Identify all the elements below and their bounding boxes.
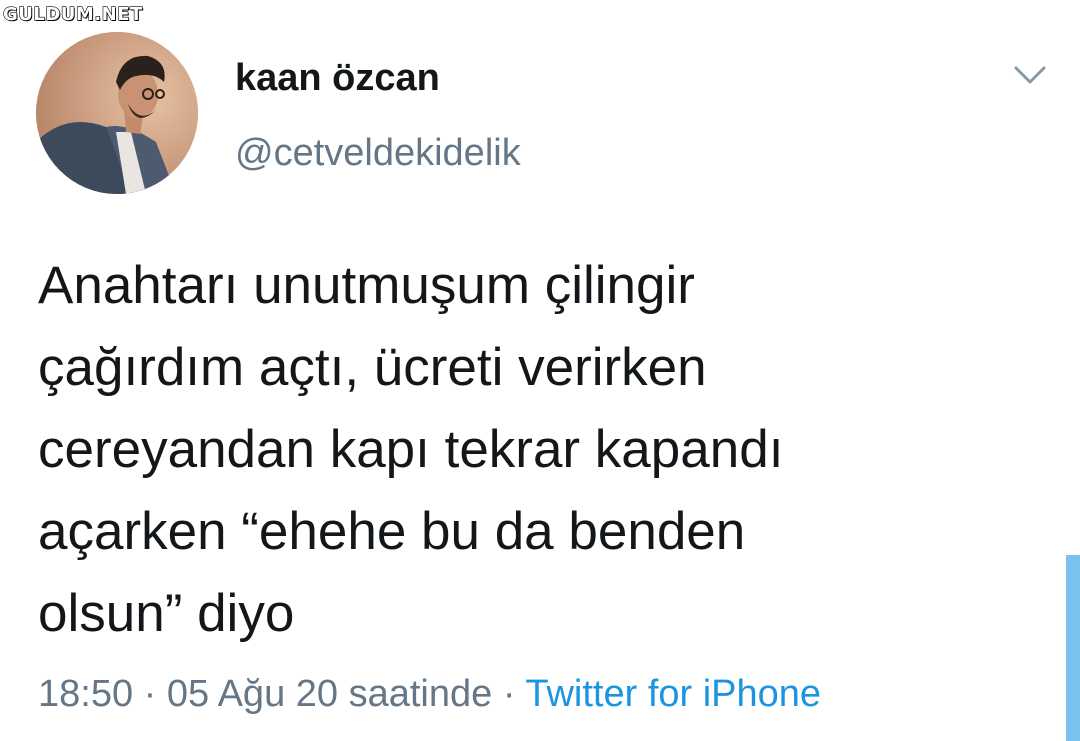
avatar[interactable] bbox=[36, 32, 198, 194]
watermark-logo: GULDUM.NET bbox=[2, 3, 143, 25]
display-name[interactable]: kaan özcan bbox=[235, 55, 440, 101]
tweet-timestamp[interactable]: 18:50 · 05 Ağu 20 saatinde bbox=[38, 673, 492, 715]
user-handle[interactable]: @cetveldekidelik bbox=[235, 130, 521, 176]
tweet-source-link[interactable]: Twitter for iPhone bbox=[525, 673, 821, 715]
profile-photo bbox=[36, 32, 198, 194]
tweet-meta: 18:50 · 05 Ağu 20 saatinde · Twitter for… bbox=[38, 668, 821, 720]
meta-separator: · bbox=[492, 673, 526, 715]
side-accent-bar bbox=[1066, 555, 1080, 741]
chevron-down-icon[interactable] bbox=[1010, 60, 1050, 90]
tweet-text: Anahtarı unutmuşum çilingir çağırdım açt… bbox=[38, 256, 784, 643]
